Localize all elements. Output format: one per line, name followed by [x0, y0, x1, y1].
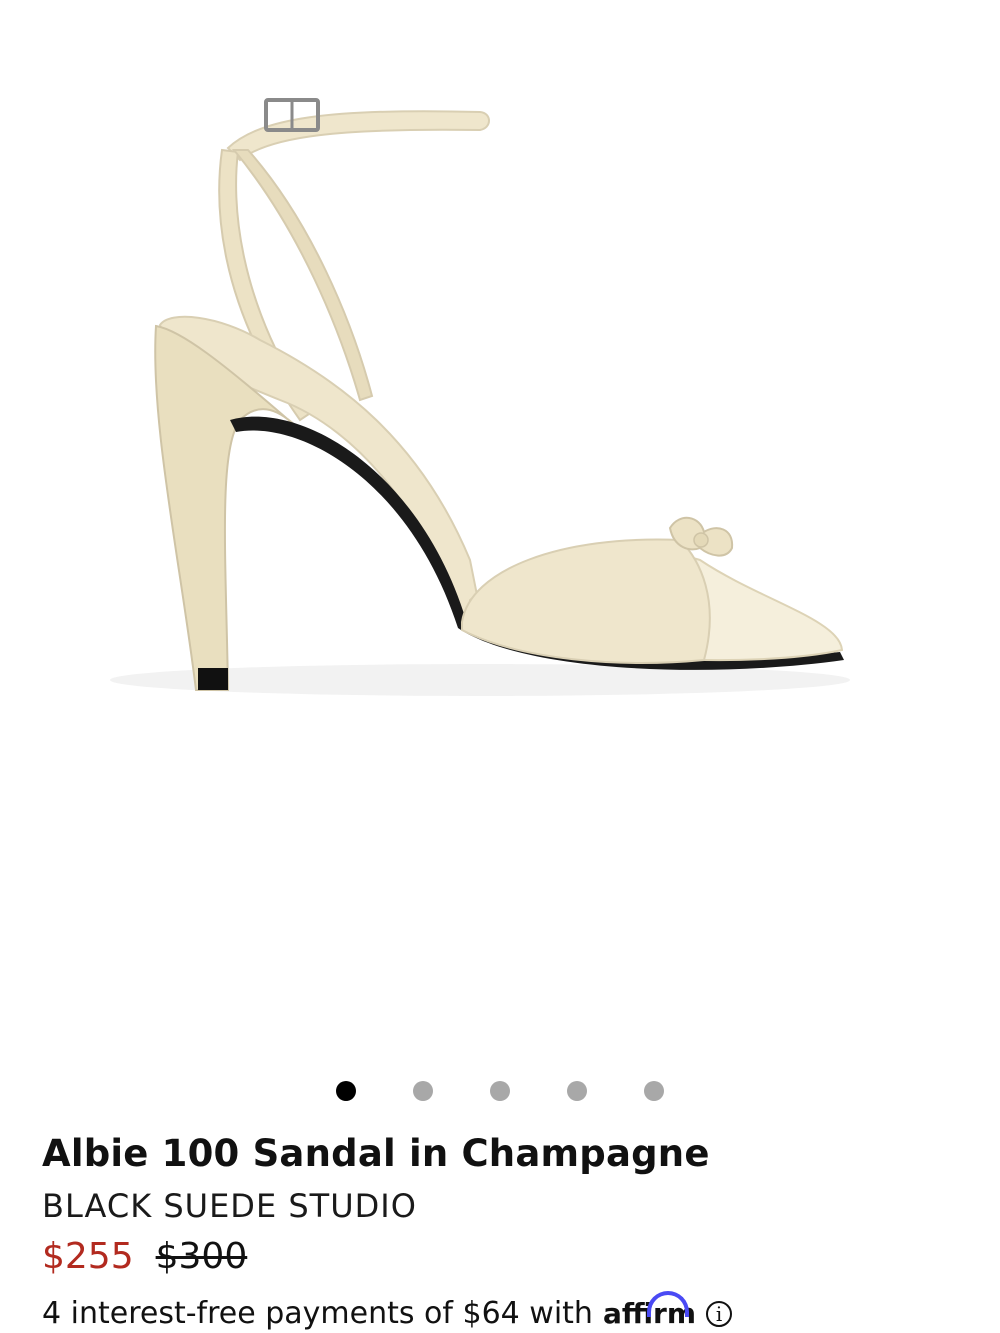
affirm-logo: affirm	[603, 1291, 696, 1330]
carousel-dot-3[interactable]	[490, 1081, 510, 1101]
carousel-dot-5[interactable]	[644, 1081, 664, 1101]
price-row: $255 $300	[42, 1236, 972, 1277]
info-icon[interactable]: i	[706, 1300, 733, 1327]
affirm-payment-row: 4 interest-free payments of $64 with aff…	[42, 1291, 733, 1331]
product-info: Albie 100 Sandal in Champagne BLACK SUED…	[42, 1128, 972, 1277]
sale-price: $255	[42, 1236, 134, 1277]
carousel-dot-4[interactable]	[567, 1081, 587, 1101]
product-title: Albie 100 Sandal in Champagne	[42, 1132, 710, 1175]
carousel-dot-1[interactable]	[336, 1081, 356, 1101]
carousel-dot-2[interactable]	[413, 1081, 433, 1101]
image-carousel-indicator	[0, 1080, 1000, 1102]
product-image[interactable]	[0, 0, 1000, 1060]
sandal-illustration	[110, 98, 850, 696]
affirm-arc	[646, 1291, 689, 1317]
original-price: $300	[155, 1236, 248, 1277]
payment-text: 4 interest-free payments of $64 with	[42, 1296, 593, 1331]
brand-link[interactable]: BLACK SUEDE STUDIO	[42, 1182, 972, 1230]
